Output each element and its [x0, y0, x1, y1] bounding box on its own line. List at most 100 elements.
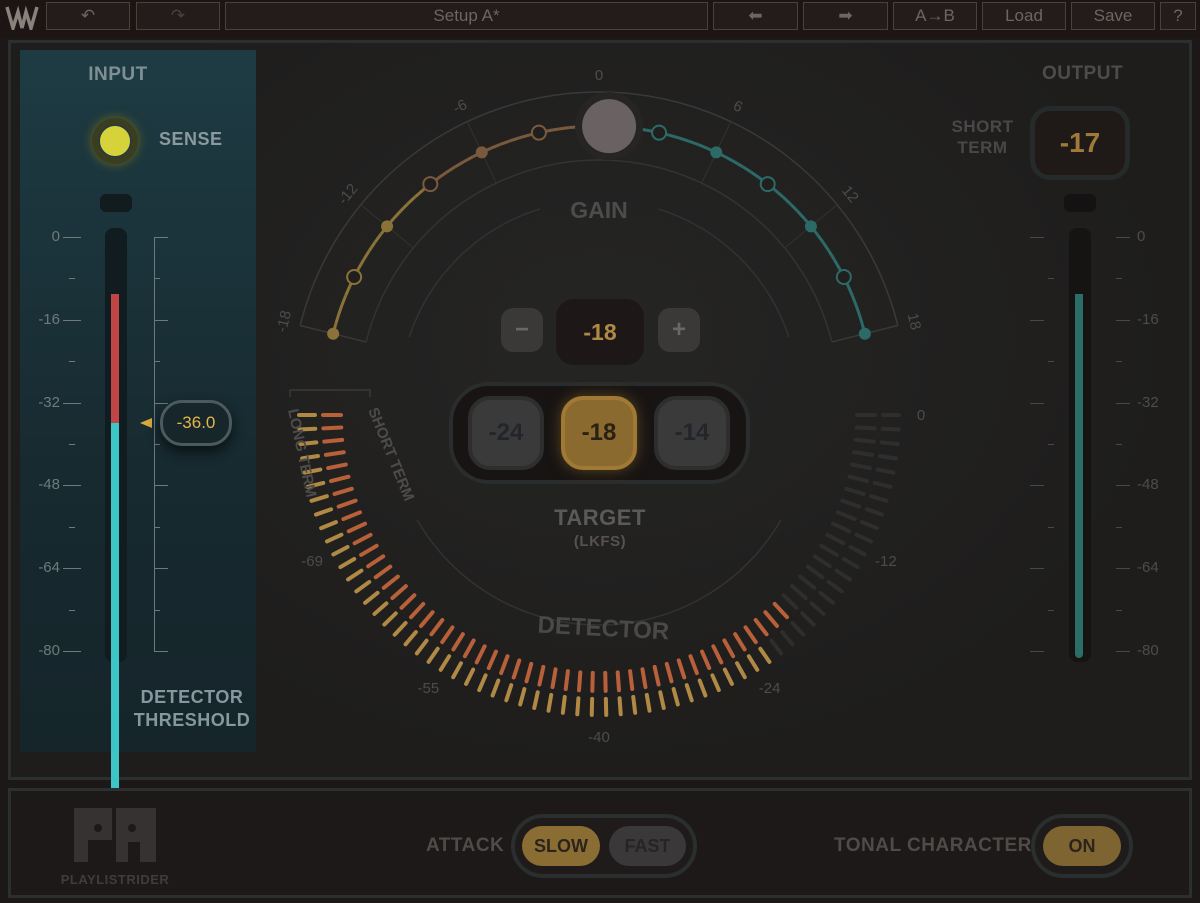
long-term-bar: [658, 690, 666, 710]
long-term-bar: [631, 694, 638, 715]
output-scale-tick: [1030, 237, 1044, 238]
target-increase-button[interactable]: +: [658, 308, 700, 352]
long-term-bar: [834, 568, 852, 582]
short-term-bar: [840, 498, 862, 509]
output-scale-tick: [1116, 361, 1122, 363]
short-term-bar: [664, 661, 674, 684]
long-term-label: LONG TERM: [284, 407, 319, 499]
output-scale-tick: [1116, 319, 1130, 321]
short-term-bar: [409, 601, 426, 620]
long-term-bar: [746, 654, 760, 672]
long-term-bar: [504, 683, 514, 703]
short-term-bar: [847, 474, 869, 484]
short-term-bar: [853, 437, 876, 444]
gain-curve-segment: [846, 285, 854, 296]
short-term-bar: [722, 638, 736, 659]
short-term-bar: [652, 664, 661, 687]
gain-indicator-knob[interactable]: [582, 99, 637, 154]
long-term-bar: [684, 683, 694, 703]
long-term-bar: [532, 690, 540, 710]
gain-curve-node: [530, 124, 547, 141]
long-term-bar: [319, 520, 338, 531]
long-term-bar: [697, 678, 708, 698]
short-term-bar: [486, 649, 498, 671]
detector-scale-label: -55: [418, 680, 440, 697]
output-scale-tick: [1048, 444, 1054, 445]
short-term-bar: [753, 618, 769, 637]
tonal-character-label: TONAL CHARACTER: [834, 835, 1032, 856]
gain-curve-segment: [774, 189, 785, 199]
short-term-bar: [688, 654, 699, 676]
target-decrease-button[interactable]: −: [501, 308, 543, 352]
detector-scale-label: 0: [917, 407, 925, 424]
long-term-bar: [848, 544, 867, 557]
short-term-bar: [628, 669, 635, 691]
gain-curve-segment: [742, 165, 753, 174]
gain-curve-segment: [357, 258, 366, 269]
short-term-bar: [359, 543, 379, 557]
long-term-bar: [875, 467, 896, 475]
short-term-bar: [711, 644, 724, 665]
short-term-bar: [798, 574, 817, 590]
target-preset-minus-24[interactable]: -24: [468, 396, 544, 470]
output-scale-tick: [1116, 237, 1130, 238]
short-term-display: -17: [1030, 106, 1130, 180]
short-term-bar: [825, 532, 846, 546]
short-term-bar: [615, 670, 621, 693]
short-term-bar: [462, 638, 476, 659]
gain-curve-segment: [490, 143, 501, 150]
gain-curve-segment: [815, 233, 825, 244]
output-clip-indicator[interactable]: [1064, 194, 1096, 212]
short-term-bar: [341, 510, 363, 522]
short-term-bar: [676, 658, 687, 680]
target-preset-minus-14[interactable]: -14: [654, 396, 730, 470]
long-term-bar: [546, 692, 554, 713]
output-scale-tick: [1116, 568, 1130, 570]
long-term-bar: [518, 687, 527, 707]
long-term-bar: [826, 579, 844, 594]
tonal-character-toggle[interactable]: ON: [1043, 826, 1121, 866]
detector-legend-bracket: [289, 389, 371, 397]
output-scale-tick: [1116, 485, 1130, 487]
gain-curve-segment: [854, 304, 861, 315]
output-scale-label: -48: [1137, 476, 1159, 494]
short-term-bar: [812, 554, 832, 569]
short-term-bar: [733, 632, 747, 652]
output-meter: [1069, 228, 1091, 662]
detector-scale-label: -24: [759, 680, 781, 697]
gain-curve-segment: [413, 189, 424, 199]
short-term-label-line2: TERM: [957, 138, 1008, 157]
long-term-bar: [864, 507, 884, 517]
attack-slow-button[interactable]: SLOW: [522, 826, 600, 866]
short-term-bar: [763, 610, 779, 628]
long-term-bar: [414, 638, 429, 656]
long-term-bar: [338, 556, 357, 570]
gain-curve-segment: [750, 171, 761, 180]
short-term-bar: [743, 625, 758, 645]
target-preset-minus-18[interactable]: -18: [561, 396, 637, 470]
long-term-bar: [392, 620, 408, 637]
long-term-bar: [346, 568, 364, 582]
gain-curve-segment: [362, 249, 371, 261]
pr-logo: [74, 808, 156, 862]
short-term-bar: [577, 670, 583, 693]
long-term-bar: [854, 532, 874, 544]
long-term-bar: [644, 692, 652, 713]
short-term-bar: [381, 574, 400, 590]
long-term-bar: [451, 661, 463, 680]
gain-scale-label: -12: [335, 181, 362, 209]
gain-curve-segment: [392, 210, 402, 220]
gain-scale-label: 12: [838, 182, 862, 206]
short-term-bar: [390, 584, 408, 601]
long-term-bar: [869, 494, 889, 503]
gain-scale-label: 6: [730, 97, 745, 116]
long-term-bar: [438, 654, 452, 672]
short-term-bar: [852, 450, 875, 457]
gain-curve-node: [804, 220, 817, 233]
gain-curve-node: [710, 146, 723, 159]
attack-fast-button[interactable]: FAST: [609, 826, 686, 866]
gain-curve-segment: [857, 313, 864, 325]
short-term-bar: [373, 564, 393, 580]
short-term-bar: [844, 486, 866, 496]
output-scale-tick: [1048, 526, 1054, 528]
